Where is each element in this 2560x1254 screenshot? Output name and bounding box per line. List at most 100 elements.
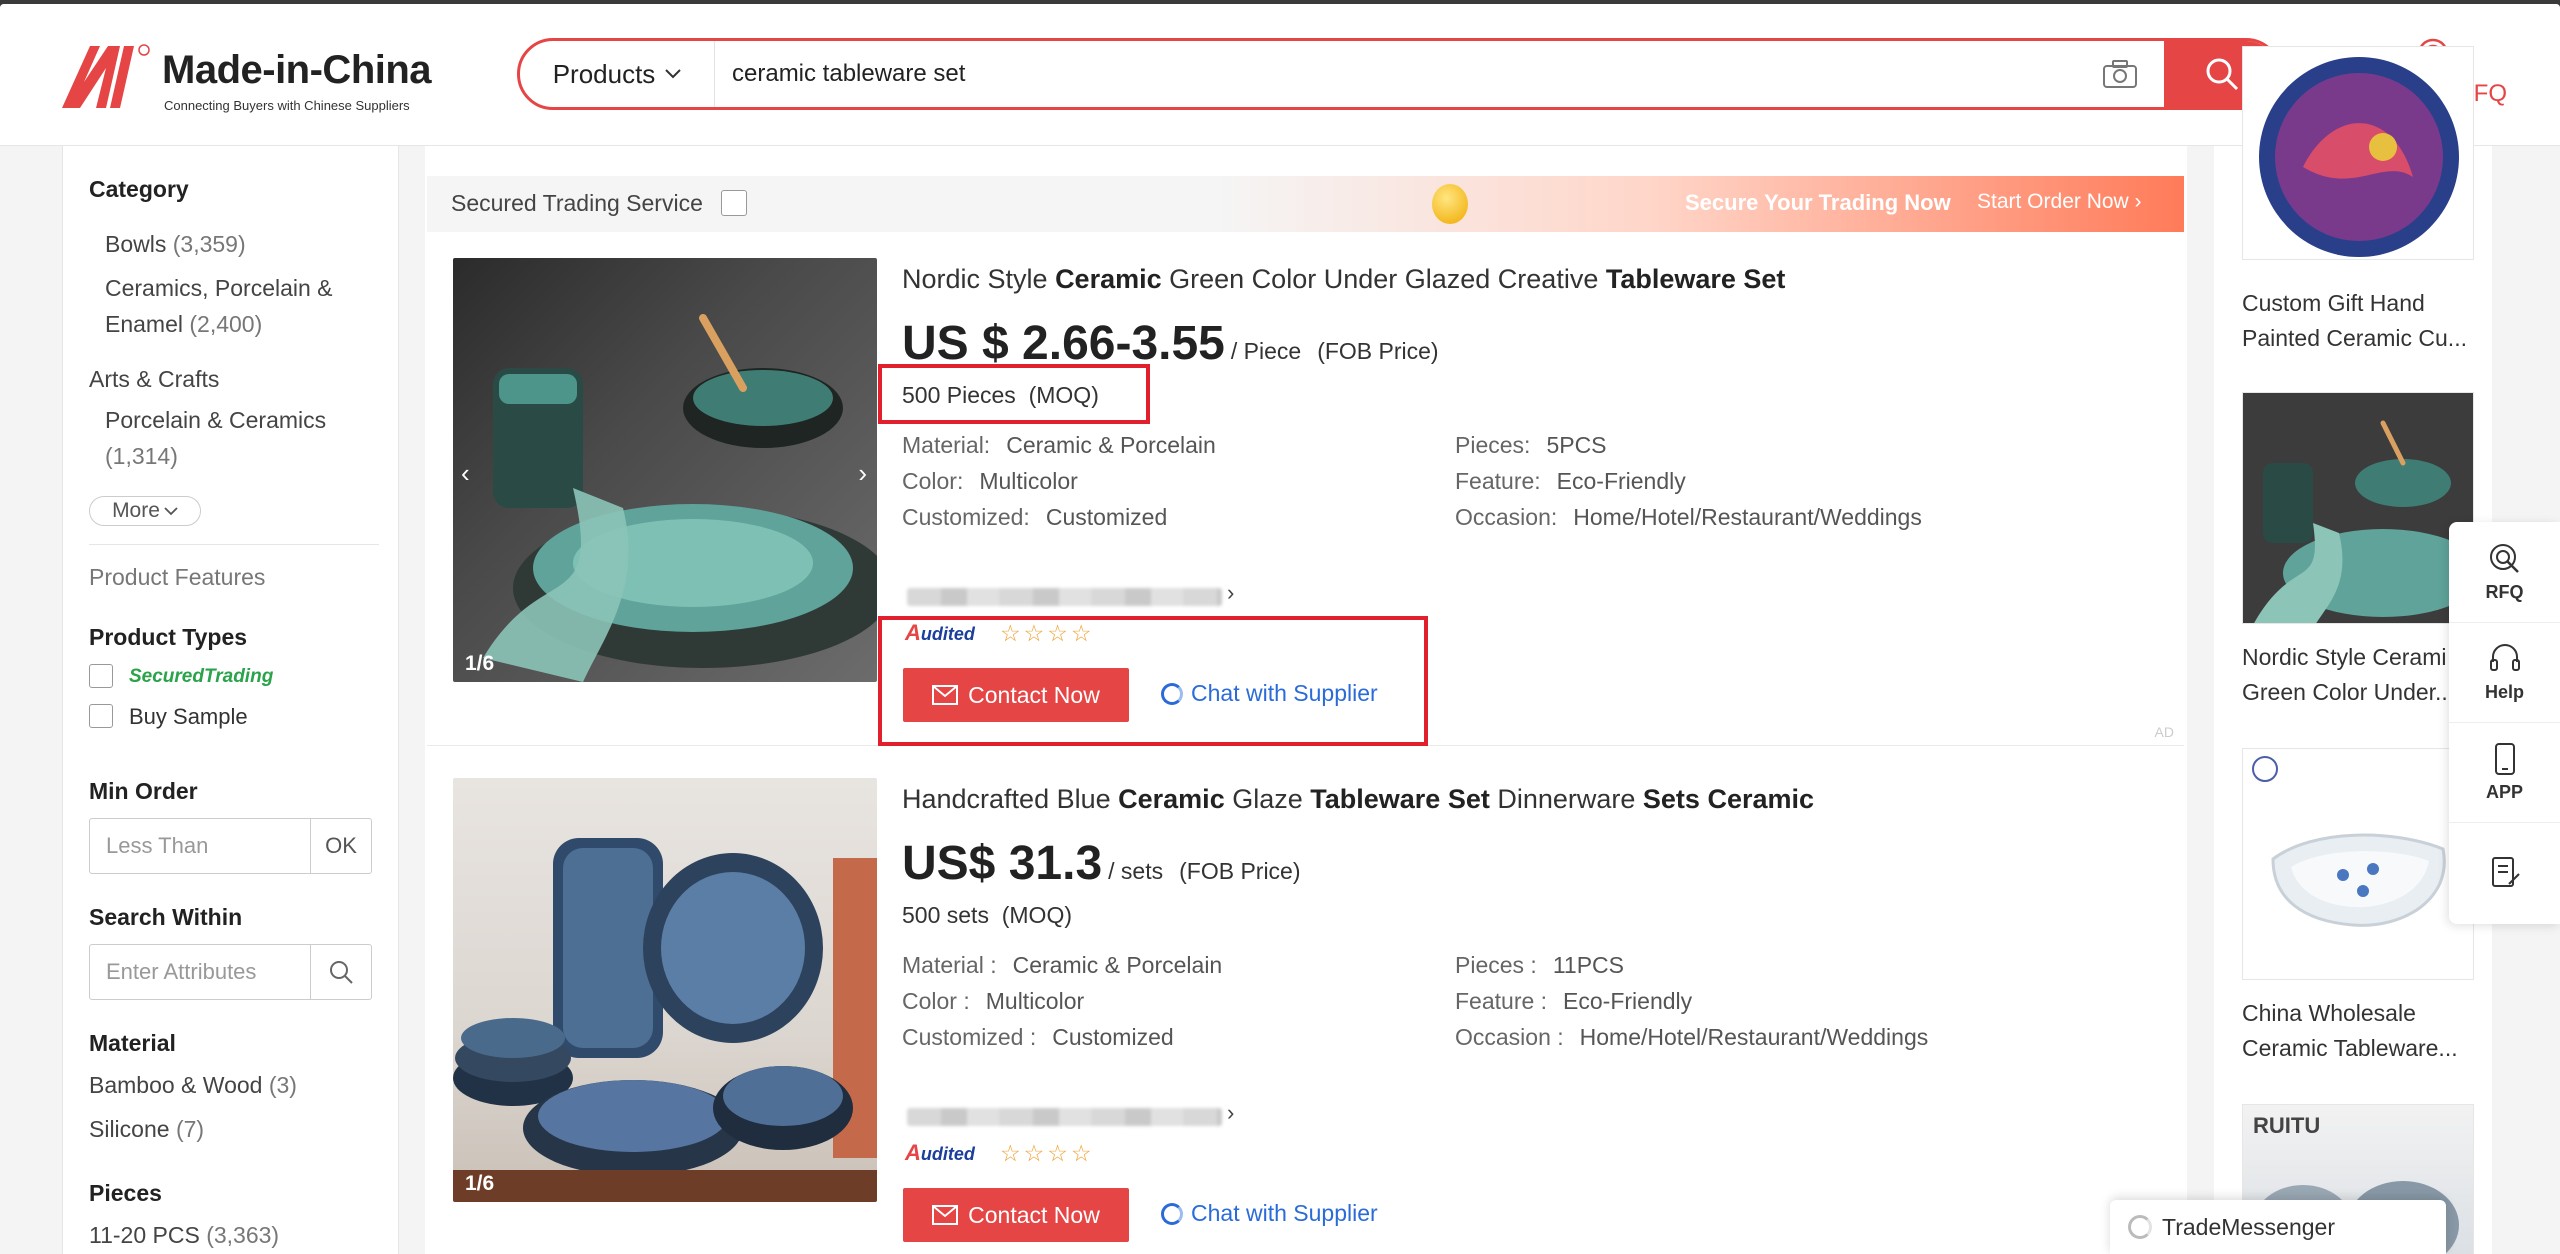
attr-customized: Customized : Customized [902, 1024, 1174, 1050]
tableware-photo [483, 314, 877, 682]
chevron-right-icon[interactable]: › [1227, 1100, 1234, 1126]
product-title[interactable]: Handcrafted Blue Ceramic Glaze Tableware… [902, 784, 1814, 815]
image-counter: 1/6 [465, 652, 495, 675]
attr-material: Material: Ceramic & Porcelain [902, 432, 1216, 458]
product-types-title: Product Types [89, 624, 248, 650]
pieces-item[interactable]: 11-20 PCS (3,363) [89, 1222, 279, 1249]
material-item[interactable]: Bamboo & Wood (3) [89, 1072, 297, 1099]
product-image[interactable]: 1/6 [453, 778, 877, 1202]
chevron-down-icon [665, 69, 682, 79]
tool-help[interactable]: Help [2449, 622, 2560, 722]
chevron-left-icon[interactable]: ‹ [461, 458, 470, 489]
divider [89, 544, 379, 545]
search-input[interactable] [732, 51, 2032, 97]
envelope-icon [932, 1205, 959, 1225]
tool-rfq[interactable]: RFQ [2449, 522, 2560, 622]
rail-product-title[interactable]: Custom Gift Hand Painted Ceramic Cu... [2242, 286, 2474, 356]
buy-sample-label: Buy Sample [129, 704, 248, 729]
category-item-ceramics[interactable]: Ceramics, Porcelain & Enamel (2,400) [105, 270, 333, 342]
search-icon [330, 961, 353, 984]
contact-now-button[interactable]: Contact Now [903, 1188, 1129, 1242]
search-icon [2206, 58, 2238, 91]
min-order-title: Min Order [89, 778, 198, 804]
chevron-right-icon[interactable]: › [1227, 580, 1234, 606]
supplier-rating-stars: ☆☆☆☆ [1000, 1140, 1095, 1166]
tableware-photo [453, 838, 877, 1202]
attr-color: Color : Multicolor [902, 988, 1085, 1014]
audited-badge: Audited [905, 1140, 975, 1165]
logo-text: Made-in-China [162, 48, 432, 92]
phone-icon [2494, 743, 2515, 775]
buy-sample-checkbox[interactable] [89, 704, 113, 728]
headset-icon [2489, 644, 2520, 671]
product-title[interactable]: Nordic Style Ceramic Green Color Under G… [902, 264, 1785, 295]
search-within-button[interactable] [310, 944, 372, 1000]
camera-search-icon[interactable] [2102, 59, 2138, 89]
chat-icon [1161, 1202, 1183, 1225]
attr-material: Material : Ceramic & Porcelain [902, 952, 1223, 978]
category-item-bowls[interactable]: Bowls (3,359) [105, 226, 246, 262]
header: Made-in-China Connecting Buyers with Chi… [0, 4, 2560, 146]
search-category-label: Products [552, 58, 656, 89]
attr-feature: Feature: Eco-Friendly [1455, 468, 1686, 494]
secure-trading-cta: Secure Your Trading Now [1685, 190, 1951, 215]
rail-product-image[interactable] [2242, 392, 2474, 624]
made-in-china-logo-icon [62, 44, 150, 108]
painted-plate-photo [2259, 57, 2459, 257]
secured-trading-checkbox[interactable] [89, 664, 113, 688]
product-features-title: Product Features [89, 564, 266, 590]
start-order-link[interactable]: Start Order Now › [1977, 190, 2142, 214]
floating-tools: RFQ Help APP [2449, 522, 2560, 924]
product-price: US $ 2.66-3.55/ Piece (FOB Price) [902, 317, 1439, 370]
rail-product-title[interactable]: China Wholesale Ceramic Tableware... [2242, 996, 2474, 1066]
rail-product-image[interactable] [2242, 748, 2474, 980]
category-arts-crafts[interactable]: Arts & Crafts [89, 366, 219, 393]
attr-pieces: Pieces: 5PCS [1455, 432, 1607, 458]
supplier-name-blurred[interactable] [907, 588, 1222, 606]
tableware-photo [2243, 393, 2473, 623]
attr-color: Color: Multicolor [902, 468, 1078, 494]
attr-pieces: Pieces :11PCS [1455, 952, 1624, 978]
supplier-name-blurred[interactable] [907, 1108, 1222, 1126]
ad-tag: AD [2154, 724, 2174, 740]
more-categories-button[interactable]: More [89, 496, 201, 526]
category-title: Category [89, 176, 189, 202]
product-price: US$ 31.3/ sets (FOB Price) [902, 837, 1301, 890]
material-item[interactable]: Silicone (7) [89, 1116, 204, 1143]
tool-app[interactable]: APP [2449, 722, 2560, 822]
target-icon [2489, 543, 2519, 573]
logo-tagline: Connecting Buyers with Chinese Suppliers [164, 98, 410, 113]
search-category-select[interactable]: Products [520, 41, 715, 107]
secured-trading-filter-checkbox[interactable] [721, 190, 747, 216]
attr-occasion: Occasion: Home/Hotel/Restaurant/Weddings [1455, 504, 1922, 530]
contact-highlight-box [878, 616, 1428, 746]
search-within-input[interactable]: Enter Attributes [89, 944, 311, 1000]
material-title: Material [89, 1030, 176, 1056]
filter-sidebar: Category Bowls (3,359) Ceramics, Porcela… [62, 146, 399, 1254]
category-item-porcelain[interactable]: Porcelain & Ceramics (1,314) [105, 402, 326, 474]
chat-with-supplier-link[interactable]: Chat with Supplier [1161, 1200, 1378, 1227]
tool-feedback[interactable] [2449, 822, 2560, 922]
product-moq: 500 sets (MOQ) [902, 902, 1072, 928]
secured-trading-logo: SecuredTrading [129, 666, 274, 687]
product-card: ‹ › 1/6 Nordic Style Ceramic Green Color… [427, 236, 2184, 746]
pieces-title: Pieces [89, 1180, 162, 1206]
chevron-right-icon[interactable]: › [858, 458, 867, 489]
secured-trading-label: Secured Trading Service [451, 190, 703, 216]
chevron-down-icon [164, 506, 178, 515]
trade-messenger-button[interactable]: TradeMessenger [2110, 1200, 2446, 1254]
product-list: Secured Trading Service Secure Your Trad… [425, 146, 2187, 1254]
attr-occasion: Occasion : Home/Hotel/Restaurant/Weddings [1455, 1024, 1929, 1050]
min-order-input[interactable]: Less Than [89, 818, 311, 874]
rail-product-image[interactable] [2242, 46, 2474, 260]
site-logo[interactable]: Made-in-China Connecting Buyers with Chi… [62, 42, 442, 116]
attr-customized: Customized: Customized [902, 504, 1168, 530]
search-within-title: Search Within [89, 904, 243, 930]
secured-trading-banner: Secured Trading Service Secure Your Trad… [427, 176, 2184, 232]
min-order-ok-button[interactable]: OK [310, 818, 372, 874]
messenger-icon [2128, 1215, 2152, 1239]
rail-product-title[interactable]: Nordic Style Cerami Green Color Under... [2242, 640, 2474, 710]
search-bar: Products [517, 38, 2282, 110]
document-edit-icon [2491, 856, 2520, 887]
product-image[interactable]: ‹ › 1/6 [453, 258, 877, 682]
